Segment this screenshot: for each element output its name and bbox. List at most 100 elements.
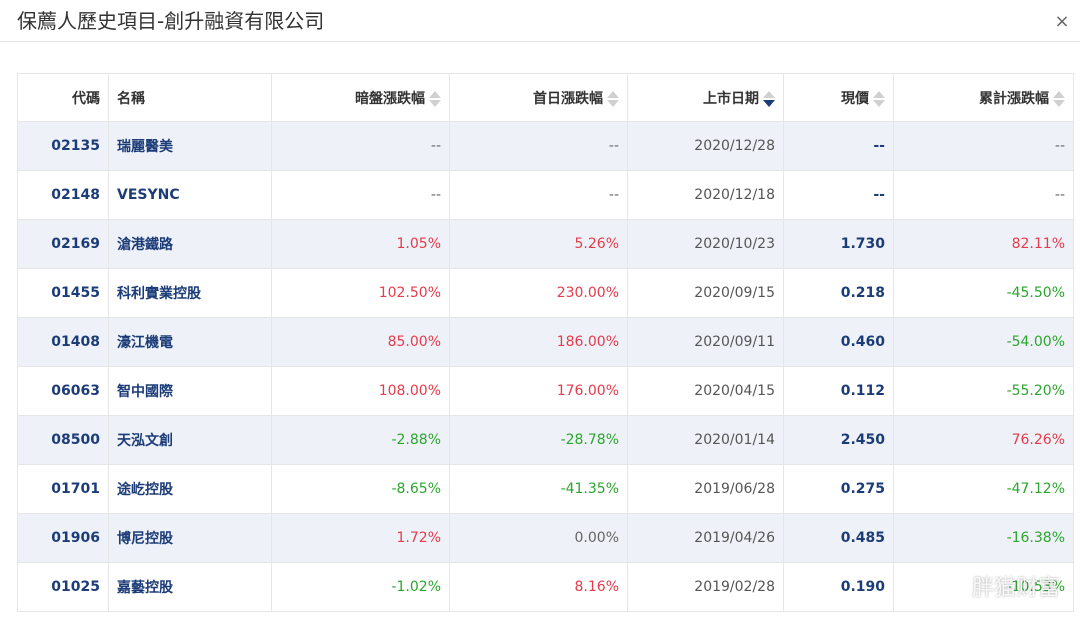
first-day-change: 5.26% [449,219,628,269]
current-price: 0.460 [783,317,894,367]
stock-code-link[interactable]: 06063 [17,366,109,416]
sort-icon[interactable] [873,90,885,108]
grey-market-change: 102.50% [271,268,450,318]
column-header-first-day[interactable]: 首日漲跌幅 [449,73,628,122]
cumulative-change: -45.50% [893,268,1074,318]
grey-market-change: -- [271,170,450,220]
first-day-change: -- [449,121,628,171]
current-price: -- [783,170,894,220]
column-header-cumulative[interactable]: 累計漲跌幅 [893,73,1074,122]
stock-name-link[interactable]: 博尼控股 [108,513,272,563]
listing-date: 2020/01/14 [627,415,784,465]
table-row[interactable]: 01408 濠江機電 85.00% 186.00% 2020/09/11 0.460 -54… [17,317,1074,367]
cumulative-change: 82.11% [893,219,1074,269]
grey-market-change: 1.72% [271,513,450,563]
first-day-change: 0.00% [449,513,628,563]
stock-name-link[interactable]: 濠江機電 [108,317,272,367]
stock-name-link[interactable]: 瑞麗醫美 [108,121,272,171]
table-row[interactable]: 08500 天泓文創 -2.88% -28.78% 2020/01/14 2.450 76.… [17,415,1074,465]
listing-date: 2020/12/28 [627,121,784,171]
cumulative-change: -47.12% [893,464,1074,514]
close-icon[interactable]: × [1052,12,1072,32]
first-day-change: 8.16% [449,562,628,612]
stock-name-link[interactable]: 科利實業控股 [108,268,272,318]
table-row[interactable]: 06063 智中國際 108.00% 176.00% 2020/04/15 0.112 -5… [17,366,1074,416]
cumulative-change: -16.38% [893,513,1074,563]
current-price: 0.485 [783,513,894,563]
first-day-change: 230.00% [449,268,628,318]
current-price: 0.112 [783,366,894,416]
grey-market-change: -- [271,121,450,171]
first-day-change: -28.78% [449,415,628,465]
column-header-code: 代碼 [17,73,109,122]
sort-desc-icon[interactable] [763,90,775,108]
current-price: 0.190 [783,562,894,612]
stock-code-link[interactable]: 01455 [17,268,109,318]
table-row[interactable]: 01455 科利實業控股 102.50% 230.00% 2020/09/15 0.218… [17,268,1074,318]
table-row[interactable]: 01701 途屹控股 -8.65% -41.35% 2019/06/28 0.275 -47… [17,464,1074,514]
listing-date: 2019/04/26 [627,513,784,563]
current-price: 2.450 [783,415,894,465]
stock-code-link[interactable]: 02148 [17,170,109,220]
dialog-title: 保薦人歷史項目-創升融資有限公司 [17,9,325,33]
stock-code-link[interactable]: 01025 [17,562,109,612]
sort-icon[interactable] [607,90,619,108]
cumulative-change: -- [893,121,1074,171]
column-header-name: 名稱 [108,73,272,122]
listing-date: 2020/04/15 [627,366,784,416]
listing-date: 2020/10/23 [627,219,784,269]
stock-code-link[interactable]: 02135 [17,121,109,171]
stock-name-link[interactable]: 途屹控股 [108,464,272,514]
first-day-change: 186.00% [449,317,628,367]
dialog-header: 保薦人歷史項目-創升融資有限公司 × [0,0,1080,42]
listing-date: 2019/02/28 [627,562,784,612]
cumulative-change: -54.00% [893,317,1074,367]
stock-code-link[interactable]: 01408 [17,317,109,367]
current-price: -- [783,121,894,171]
current-price: 0.275 [783,464,894,514]
grey-market-change: -8.65% [271,464,450,514]
stock-name-link[interactable]: 滄港鐵路 [108,219,272,269]
stock-name-link[interactable]: VESYNC [108,170,272,220]
listing-date: 2020/09/15 [627,268,784,318]
stock-code-link[interactable]: 02169 [17,219,109,269]
grey-market-change: 108.00% [271,366,450,416]
table-row[interactable]: 02169 滄港鐵路 1.05% 5.26% 2020/10/23 1.730 82.11% [17,219,1074,269]
column-header-price[interactable]: 現價 [783,73,894,122]
stock-code-link[interactable]: 01906 [17,513,109,563]
column-header-grey-market[interactable]: 暗盤漲跌幅 [271,73,450,122]
stock-code-link[interactable]: 08500 [17,415,109,465]
table-header-row: 代碼 名稱 暗盤漲跌幅 首日漲跌幅 上市日期 現價 累計漲跌幅 [17,73,1074,122]
table-body: 02135 瑞麗醫美 -- -- 2020/12/28 -- -- 02148 VESYNC --… [17,121,1074,612]
stock-name-link[interactable]: 嘉藝控股 [108,562,272,612]
sort-icon[interactable] [1053,90,1065,108]
table-row[interactable]: 02135 瑞麗醫美 -- -- 2020/12/28 -- -- [17,121,1074,171]
grey-market-change: 85.00% [271,317,450,367]
ipo-history-table-wrapper: 代碼 名稱 暗盤漲跌幅 首日漲跌幅 上市日期 現價 累計漲跌幅 02135 瑞麗醫… [17,73,1074,612]
first-day-change: -- [449,170,628,220]
ipo-history-table: 代碼 名稱 暗盤漲跌幅 首日漲跌幅 上市日期 現價 累計漲跌幅 02135 瑞麗醫… [17,73,1074,612]
column-header-listing-date[interactable]: 上市日期 [627,73,784,122]
stock-name-link[interactable]: 天泓文創 [108,415,272,465]
grey-market-change: -2.88% [271,415,450,465]
table-row[interactable]: 01025 嘉藝控股 -1.02% 8.16% 2019/02/28 0.190 -10.5… [17,562,1074,612]
cumulative-change: -10.53% [893,562,1074,612]
first-day-change: 176.00% [449,366,628,416]
first-day-change: -41.35% [449,464,628,514]
cumulative-change: -55.20% [893,366,1074,416]
listing-date: 2019/06/28 [627,464,784,514]
sponsor-history-dialog: 保薦人歷史項目-創升融資有限公司 × 代碼 名稱 暗盤漲跌幅 首日漲跌幅 上市日… [0,0,1080,617]
grey-market-change: -1.02% [271,562,450,612]
table-row[interactable]: 02148 VESYNC -- -- 2020/12/18 -- -- [17,170,1074,220]
cumulative-change: -- [893,170,1074,220]
listing-date: 2020/09/11 [627,317,784,367]
cumulative-change: 76.26% [893,415,1074,465]
sort-icon[interactable] [429,90,441,108]
stock-code-link[interactable]: 01701 [17,464,109,514]
listing-date: 2020/12/18 [627,170,784,220]
grey-market-change: 1.05% [271,219,450,269]
current-price: 0.218 [783,268,894,318]
stock-name-link[interactable]: 智中國際 [108,366,272,416]
table-row[interactable]: 01906 博尼控股 1.72% 0.00% 2019/04/26 0.485 -16.38… [17,513,1074,563]
current-price: 1.730 [783,219,894,269]
